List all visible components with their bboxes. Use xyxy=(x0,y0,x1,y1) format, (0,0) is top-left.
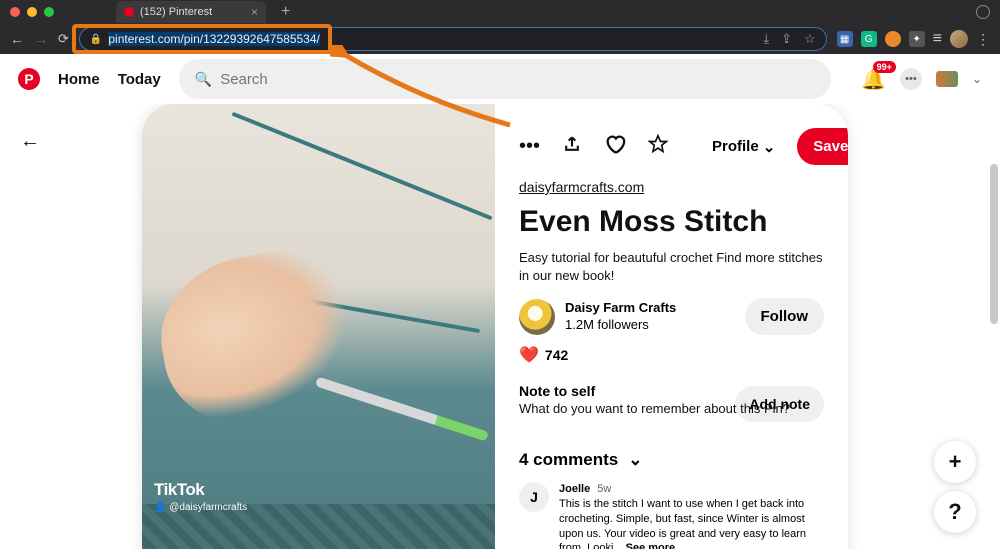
url-text: pinterest.com/pin/13229392647585534/ xyxy=(108,32,320,46)
pinterest-favicon xyxy=(124,7,134,17)
tab-close-icon[interactable]: × xyxy=(251,5,258,19)
browser-tab[interactable]: (152) Pinterest × xyxy=(116,1,266,23)
comment-text: This is the stitch I want to use when I … xyxy=(559,498,806,549)
titlebar: (152) Pinterest × + xyxy=(0,0,1000,24)
account-avatar-icon[interactable] xyxy=(936,71,958,87)
comment-see-more[interactable]: ... See more xyxy=(613,542,675,549)
account-chevron-icon[interactable]: ⌄ xyxy=(972,72,982,86)
notifications-bell-icon[interactable]: 🔔 99+ xyxy=(861,67,886,92)
comments-toggle[interactable]: 4 comments ⌄ xyxy=(519,450,824,470)
pinterest-header: P Home Today 🔍 🔔 99+ ••• ⌄ xyxy=(0,54,1000,104)
extension-1-icon[interactable]: ▦ xyxy=(837,31,853,47)
nav-home[interactable]: Home xyxy=(58,71,100,88)
fab-help-button[interactable]: ? xyxy=(934,491,976,533)
lock-icon: 🔒 xyxy=(90,34,102,45)
back-arrow-button[interactable]: ← xyxy=(20,130,40,153)
share-icon[interactable]: ⇪ xyxy=(781,31,792,47)
star-outline-icon[interactable] xyxy=(648,134,668,160)
more-options-icon[interactable]: ••• xyxy=(519,135,540,158)
extension-2-icon[interactable]: G xyxy=(861,31,877,47)
comment-age: 5w xyxy=(597,483,611,495)
tab-title: (152) Pinterest xyxy=(140,6,212,18)
url-actions: ⤓ ⇪ ☆ xyxy=(763,31,815,47)
share-upload-icon[interactable] xyxy=(562,134,582,160)
profile-board-dropdown[interactable]: Profile⌄ xyxy=(712,138,775,156)
extensions-puzzle-icon[interactable]: ✦ xyxy=(909,31,925,47)
nav-today[interactable]: Today xyxy=(118,71,161,88)
scrollbar-thumb[interactable] xyxy=(990,164,998,324)
install-app-icon[interactable]: ⤓ xyxy=(763,31,769,47)
tiktok-watermark: TikTok 👤 @daisyfarmcrafts xyxy=(154,479,247,514)
forward-button[interactable]: → xyxy=(34,31,48,47)
tabs-menu-icon[interactable] xyxy=(976,5,990,19)
comment-avatar[interactable]: J xyxy=(519,482,549,512)
search-input[interactable] xyxy=(220,71,815,88)
chevron-down-icon: ⌄ xyxy=(628,450,642,470)
creator-avatar[interactable] xyxy=(519,299,555,335)
extension-3-icon[interactable] xyxy=(885,31,901,47)
window-minimize-dot[interactable] xyxy=(27,7,37,17)
address-bar[interactable]: 🔒 pinterest.com/pin/13229392647585534/ ⤓… xyxy=(79,27,827,51)
window-close-dot[interactable] xyxy=(10,7,20,17)
save-button[interactable]: Save xyxy=(797,128,848,165)
search-bar[interactable]: 🔍 xyxy=(179,59,831,99)
notification-badge: 99+ xyxy=(873,61,896,73)
note-prompt: What do you want to remember about this … xyxy=(519,401,824,416)
chevron-down-icon: ⌄ xyxy=(763,138,776,156)
fab-add-button[interactable]: + xyxy=(934,441,976,483)
comment-author[interactable]: Joelle xyxy=(559,483,590,495)
pin-media[interactable]: TikTok 👤 @daisyfarmcrafts xyxy=(142,104,495,549)
search-icon: 🔍 xyxy=(195,71,212,88)
bookmark-star-icon[interactable]: ☆ xyxy=(804,31,816,47)
extension-icons: ▦ G ✦ ≡ ⋮ xyxy=(837,30,990,48)
pinterest-logo[interactable]: P xyxy=(18,68,40,90)
reading-list-icon[interactable]: ≡ xyxy=(933,30,942,48)
main-content: ← TikTok 👤 @daisyfarmcrafts ••• xyxy=(0,104,1000,549)
messages-icon[interactable]: ••• xyxy=(900,68,922,90)
browser-chrome: (152) Pinterest × + ← → ⟳ 🔒 pinterest.co… xyxy=(0,0,1000,54)
pin-title: Even Moss Stitch xyxy=(519,205,824,239)
follow-button[interactable]: Follow xyxy=(745,298,825,335)
creator-row: Daisy Farm Crafts 1.2M followers Follow xyxy=(519,298,824,335)
reload-button[interactable]: ⟳ xyxy=(58,31,69,47)
heart-outline-icon[interactable] xyxy=(604,133,626,161)
browser-toolbar: ← → ⟳ 🔒 pinterest.com/pin/13229392647585… xyxy=(0,24,1000,54)
creator-name[interactable]: Daisy Farm Crafts xyxy=(565,300,676,316)
profile-avatar[interactable] xyxy=(950,30,968,48)
pin-description: Easy tutorial for beautuful crochet Find… xyxy=(519,249,824,284)
pin-card: TikTok 👤 @daisyfarmcrafts ••• xyxy=(142,104,848,549)
source-link[interactable]: daisyfarmcrafts.com xyxy=(519,179,644,195)
comment-item: J Joelle 5w This is the stitch I want to… xyxy=(519,482,824,549)
reactions[interactable]: ❤️ 742 xyxy=(519,345,824,365)
browser-menu-icon[interactable]: ⋮ xyxy=(976,31,990,48)
back-button[interactable]: ← xyxy=(10,31,24,47)
pin-details: ••• Profile⌄ Save xyxy=(495,104,848,549)
window-zoom-dot[interactable] xyxy=(44,7,54,17)
reaction-count: 742 xyxy=(545,347,568,363)
heart-reaction-icon: ❤️ xyxy=(519,345,539,365)
new-tab-button[interactable]: + xyxy=(281,3,290,21)
creator-followers: 1.2M followers xyxy=(565,317,676,333)
